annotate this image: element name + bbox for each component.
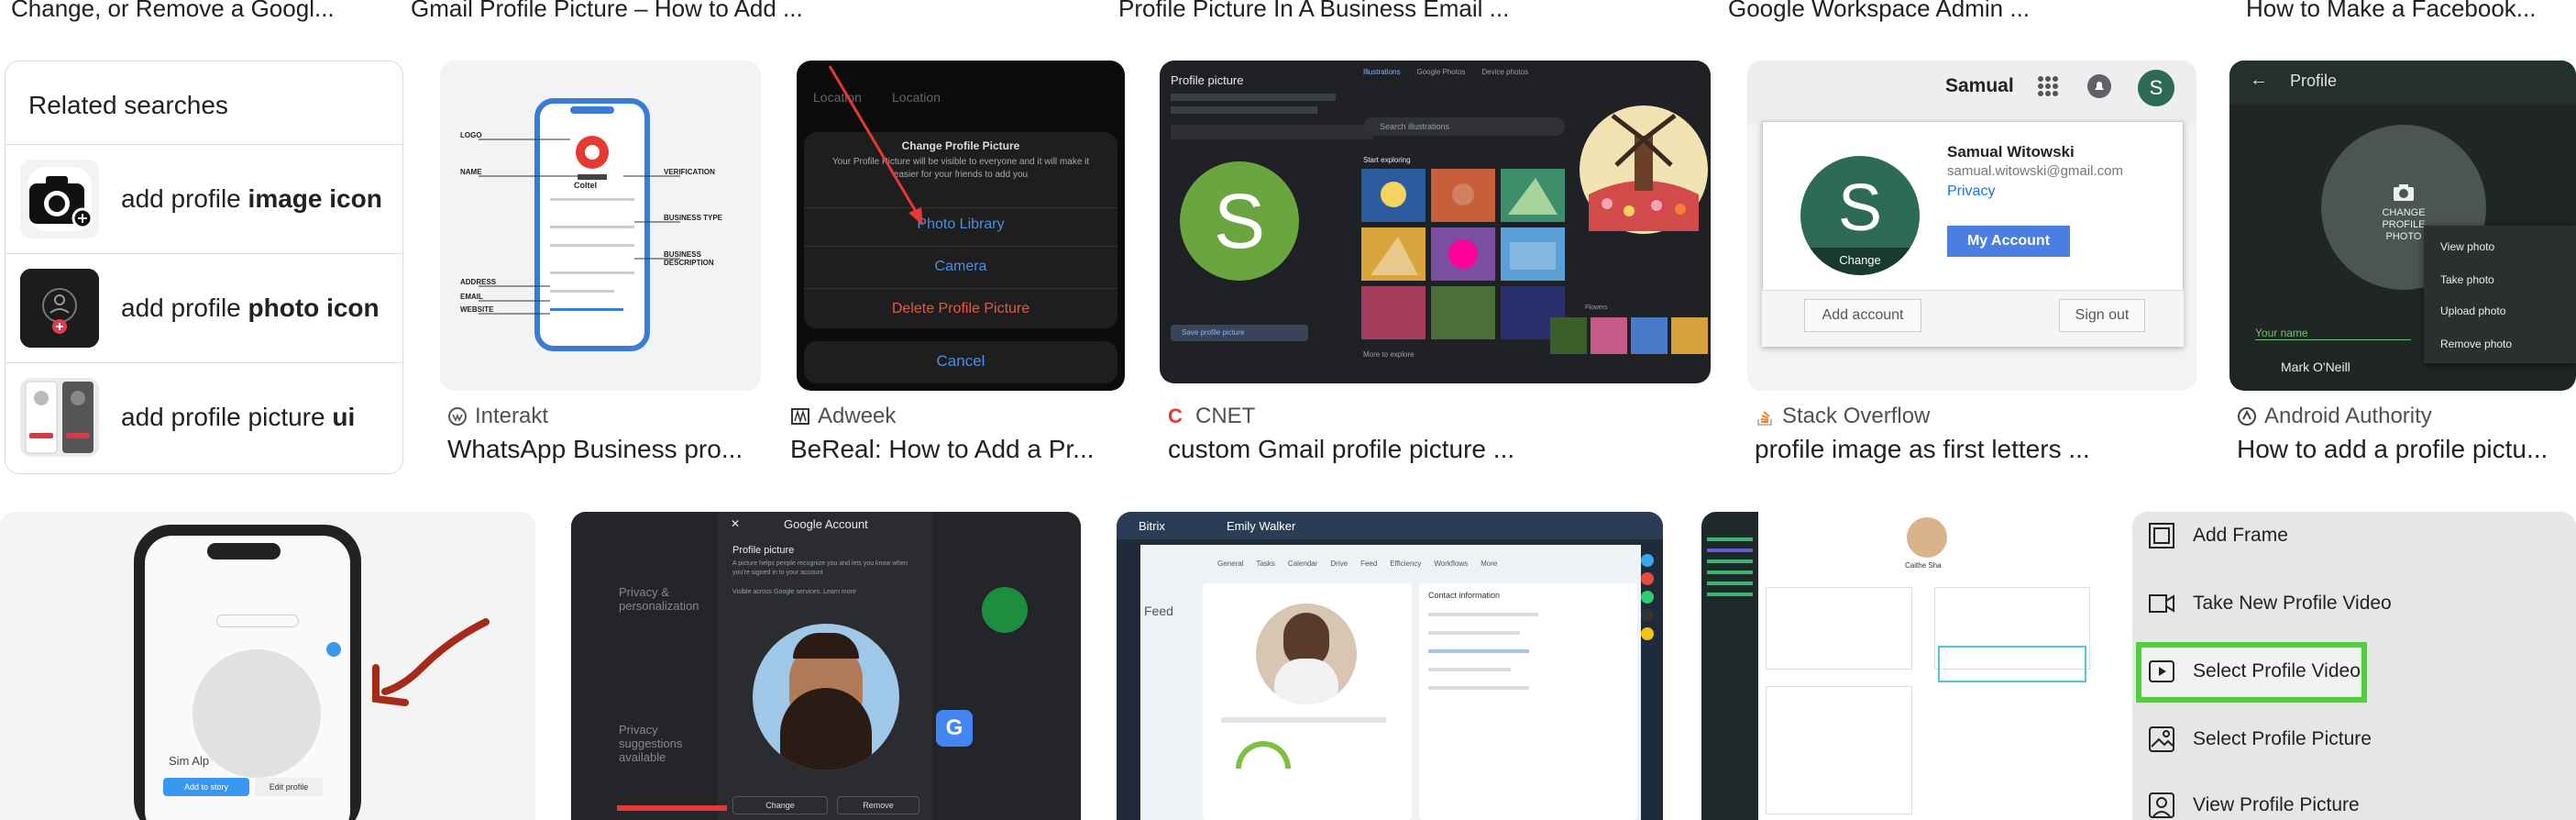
- top-caption-5[interactable]: How to Make a Facebook...: [2246, 0, 2567, 23]
- result-image-whatsapp[interactable]: LOGO NAME VERIFICATION BUSINESS TYPE BUS…: [440, 61, 761, 391]
- sidebar-menu: [1707, 530, 1753, 714]
- camera-icon: [20, 160, 99, 238]
- profile-tabs: General Tasks Calendar Drive Feed Efficiency W…: [1217, 560, 1498, 568]
- illustrations-search-input[interactable]: Search illustrations: [1363, 117, 1565, 136]
- top-caption-2[interactable]: Gmail Profile Picture – How to Add ...: [411, 0, 869, 23]
- result-source: C CNET: [1168, 404, 1256, 428]
- red-arrow-icon: [372, 618, 490, 706]
- result-image-phone[interactable]: Sim Alp Add to story Edit profile: [0, 512, 535, 820]
- menu-item-select-picture[interactable]: Select Profile Picture: [2193, 728, 2372, 750]
- result-image-cnet[interactable]: Profile picture S Save profile picture I…: [1160, 61, 1711, 383]
- result-caption[interactable]: WhatsApp Business pro...: [447, 435, 759, 464]
- right-rail-icons: [1641, 549, 1659, 820]
- apps-grid-icon[interactable]: [2037, 75, 2059, 97]
- interakt-logo-icon: [448, 407, 467, 426]
- result-caption[interactable]: BeReal: How to Add a Pr...: [790, 435, 1122, 464]
- result-source: Stack Overflow: [1755, 404, 1930, 429]
- result-caption[interactable]: profile image as first letters ...: [1755, 435, 2185, 464]
- whatsapp-profile-illustration: [440, 61, 761, 391]
- account-avatar-small[interactable]: S: [2138, 70, 2174, 106]
- related-search-item[interactable]: add profile photo icon: [6, 253, 402, 362]
- result-source: Adweek: [790, 404, 896, 429]
- result-image-bitrix[interactable]: Bitrix Emily Walker General Tasks Calendar…: [1117, 512, 1663, 820]
- result-source: Android Authority: [2237, 404, 2432, 429]
- result-image-profile-form[interactable]: Caithe Sha: [1701, 512, 2097, 820]
- image-icon: [2149, 726, 2174, 752]
- profile-placeholder: [193, 649, 321, 778]
- menu-item-select-video[interactable]: Select Profile Video: [2193, 660, 2361, 682]
- menu-item-view-picture[interactable]: View Profile Picture: [2193, 794, 2360, 816]
- result-image-profile-menu[interactable]: Add Frame Take New Profile Video Select …: [2132, 512, 2576, 820]
- my-account-button[interactable]: My Account: [1947, 226, 2070, 257]
- stack-overflow-logo-icon: [1757, 411, 1772, 426]
- user-icon: [2149, 792, 2174, 818]
- result-source: Interakt: [447, 404, 548, 429]
- result-caption[interactable]: custom Gmail profile picture ...: [1168, 435, 1645, 464]
- menu-item[interactable]: Remove photo: [2440, 338, 2512, 350]
- remove-photo-button[interactable]: Remove: [837, 796, 919, 814]
- change-photo-button[interactable]: Change: [732, 796, 828, 814]
- frame-icon: [2149, 523, 2174, 549]
- red-arrow-icon: [828, 65, 923, 226]
- ui-screens-icon: [20, 378, 99, 457]
- illustration-grid: [1361, 169, 1565, 339]
- top-caption-4[interactable]: Google Workspace Admin ...: [1728, 0, 2095, 23]
- shield-check-icon: [982, 587, 1028, 633]
- video-camera-icon: [2149, 594, 2174, 613]
- sign-out-button[interactable]: Sign out: [2059, 299, 2145, 332]
- related-search-item[interactable]: add profile picture ui: [6, 362, 402, 471]
- result-image-bereal[interactable]: Location Location Change Profile Picture…: [797, 61, 1125, 391]
- related-search-item[interactable]: add profile image icon: [6, 144, 402, 253]
- result-image-android[interactable]: ← Profile CHANGE PROFILE PHOTO View phot…: [2229, 61, 2576, 391]
- profile-photo-man: [753, 624, 899, 770]
- profile-initial-avatar: S: [1180, 161, 1299, 281]
- top-caption-3[interactable]: Profile Picture In A Business Email ...: [1118, 0, 1595, 23]
- windmill-tulips-image: [1580, 105, 1708, 234]
- profile-photo-woman: [1256, 604, 1357, 704]
- back-arrow-icon[interactable]: ←: [2250, 70, 2268, 91]
- cnet-logo-icon: C: [1168, 404, 1183, 427]
- google-g-icon: G: [936, 710, 973, 747]
- adweek-logo-icon: [791, 408, 809, 425]
- menu-item[interactable]: Upload photo: [2440, 305, 2505, 317]
- add-account-button[interactable]: Add account: [1804, 299, 1921, 332]
- camera-icon: [2394, 184, 2414, 201]
- notifications-bell-icon[interactable]: [2086, 73, 2112, 99]
- menu-item[interactable]: View photo: [2440, 240, 2494, 253]
- menu-item-take-video[interactable]: Take New Profile Video: [2193, 593, 2392, 615]
- result-image-stackoverflow[interactable]: Samual S S Change Samual Witowski samual…: [1747, 61, 2196, 391]
- menu-item[interactable]: Take photo: [2440, 273, 2494, 286]
- play-icon: [2149, 660, 2174, 682]
- account-avatar-large[interactable]: S Change: [1800, 156, 1920, 275]
- flower-thumbnails: [1550, 317, 1708, 354]
- close-icon[interactable]: ✕: [731, 517, 740, 530]
- related-searches-card: Related searches add profile image icon: [5, 61, 403, 474]
- privacy-link[interactable]: Privacy: [1947, 183, 1995, 200]
- profile-photo: [1907, 517, 1947, 558]
- top-caption-1[interactable]: Change, or Remove a Googl...: [11, 0, 359, 23]
- menu-item-add-frame[interactable]: Add Frame: [2193, 525, 2288, 547]
- related-searches-title: Related searches: [28, 91, 228, 119]
- result-caption[interactable]: How to add a profile pictu...: [2237, 435, 2569, 464]
- result-image-google-account[interactable]: ✕ Google Account Profile picture A pictu…: [571, 512, 1081, 820]
- photo-icon: [20, 269, 99, 348]
- android-authority-logo-icon: [2238, 407, 2256, 426]
